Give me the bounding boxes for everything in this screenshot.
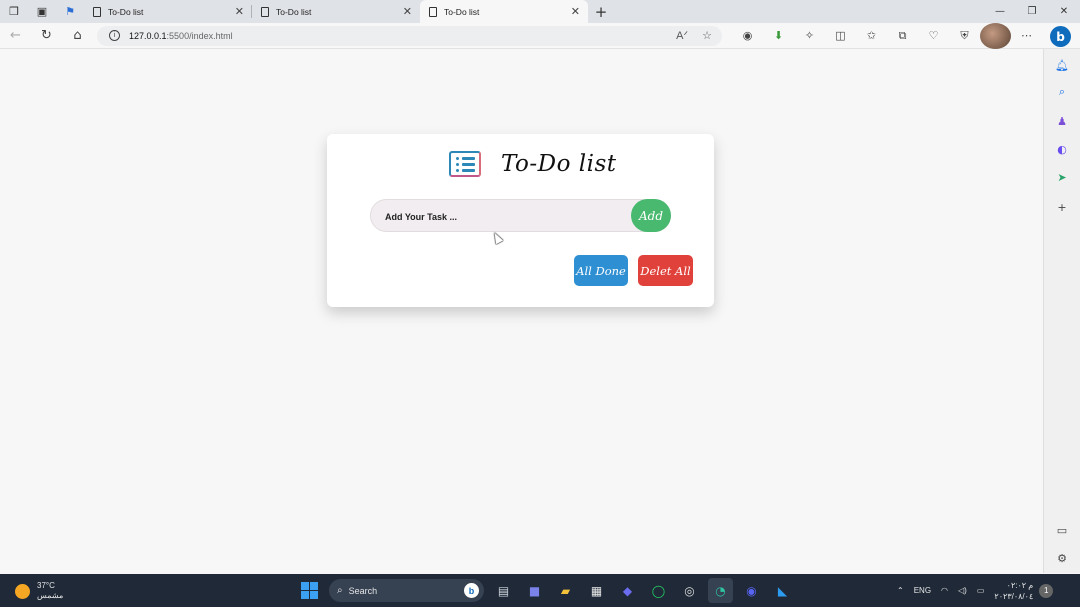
discord-icon[interactable]: ◉ (739, 578, 764, 603)
close-tab-icon[interactable]: ✕ (235, 5, 244, 18)
back-icon[interactable]: ← (0, 23, 31, 49)
sun-icon (15, 583, 30, 599)
clock-time: م ٠٢:٠٢ (1006, 580, 1034, 590)
chrome-icon[interactable]: ◎ (677, 578, 702, 603)
wifi-icon[interactable]: ◠ (941, 586, 948, 595)
screenshot-icon[interactable]: ◉ (732, 23, 763, 49)
tab-2[interactable]: To-Do list ✕ (252, 0, 420, 23)
url-host: 127.0.0.1 (129, 30, 167, 41)
microsoft-store-icon[interactable]: ▦ (584, 578, 609, 603)
toolbar-extensions: ◉ ⬇ ✧ ◫ ✩ ⧉ ♡ ⛨ ⋯ (732, 22, 1042, 49)
download-extension-icon[interactable]: ⬇ (763, 23, 794, 49)
search-icon[interactable]: ⌕ (1055, 85, 1069, 99)
collections-icon[interactable]: ⧉ (887, 23, 918, 49)
refresh-icon[interactable]: ↻ (31, 23, 62, 49)
page-icon (260, 6, 269, 17)
search-label: Search (348, 585, 378, 596)
chevron-up-icon[interactable]: ⌃ (897, 586, 904, 595)
notification-badge[interactable]: 1 (1039, 583, 1054, 598)
home-icon[interactable]: ⌂ (62, 23, 93, 49)
volume-icon[interactable]: ◁) (958, 586, 967, 595)
task-input[interactable] (385, 209, 615, 225)
tab-title: To-Do list (108, 6, 144, 17)
restore-icon[interactable]: ❐ (1016, 0, 1048, 23)
new-tab-button[interactable]: + (588, 0, 614, 23)
power-automate-icon[interactable]: ◆ (615, 578, 640, 603)
language-indicator[interactable]: ENG (914, 586, 931, 595)
performance-icon[interactable]: ♡ (918, 23, 949, 49)
close-icon[interactable]: ✕ (1048, 0, 1080, 23)
navigation-bar: ← ↻ ⌂ i 127.0.0.1:5500/index.html Aᐟ ☆ ◉… (0, 22, 1080, 49)
windows-taskbar: 37°C مشمس ⌕ Search b ▤ ■ ▰ ▦ ◆ ◯ ◎ ◔ ◉ ◣… (0, 574, 1080, 607)
copilot-icon[interactable]: b (1050, 26, 1071, 47)
more-options-icon[interactable]: ⋯ (1011, 23, 1042, 49)
task-view-icon[interactable]: ▤ (491, 578, 516, 603)
split-screen-icon[interactable]: ◫ (825, 23, 856, 49)
page-icon (428, 6, 437, 17)
system-tray: ⌃ ENG ◠ ◁) ▭ م ٠٢:٠٢ ٢٠٢٣/٠٨/٠٤ 1 (897, 574, 1054, 607)
workspaces-icon[interactable]: ❒ (0, 0, 28, 23)
todo-card: To-Do list Add All Done Delet All (327, 134, 714, 307)
tab-title: To-Do list (276, 6, 312, 17)
edge-sidebar: 🔔︎ ⌕ ♟ ◐ ➤ + ▭ ⚙ (1043, 49, 1080, 573)
weather-temperature: 37°C (37, 581, 55, 590)
taskbar-apps: ⌕ Search b ▤ ■ ▰ ▦ ◆ ◯ ◎ ◔ ◉ ◣ (294, 578, 798, 603)
profile-avatar[interactable] (980, 22, 1011, 49)
clock[interactable]: م ٠٢:٠٢ ٢٠٢٣/٠٨/٠٤ (994, 580, 1033, 602)
page-title: To-Do list (501, 151, 617, 177)
clock-date: ٢٠٢٣/٠٨/٠٤ (994, 591, 1034, 601)
tab-actions-icon[interactable]: ▣ (28, 0, 56, 23)
all-done-button[interactable]: All Done (574, 255, 628, 286)
send-icon[interactable]: ➤ (1055, 170, 1069, 184)
tools-icon[interactable]: ♟ (1055, 114, 1069, 128)
address-bar[interactable]: i 127.0.0.1:5500/index.html Aᐟ ☆ (97, 25, 722, 46)
taskbar-search[interactable]: ⌕ Search b (329, 579, 484, 602)
list-icon (449, 151, 481, 177)
teams-chat-icon[interactable]: ■ (522, 578, 547, 603)
weather-widget[interactable]: 37°C مشمس (15, 581, 63, 601)
minimize-icon[interactable]: — (984, 0, 1016, 23)
tab-1[interactable]: To-Do list ✕ (84, 0, 252, 23)
favorites-icon[interactable]: ✩ (856, 23, 887, 49)
extensions-icon[interactable]: ✧ (794, 23, 825, 49)
vscode-icon[interactable]: ◣ (770, 578, 795, 603)
whatsapp-icon[interactable]: ◯ (646, 578, 671, 603)
task-input-row: Add (370, 199, 671, 232)
edge-icon[interactable]: ◔ (708, 578, 733, 603)
add-button[interactable]: Add (631, 199, 671, 232)
card-header: To-Do list (449, 151, 617, 177)
search-icon: ⌕ (337, 585, 343, 596)
close-tab-icon[interactable]: ✕ (571, 5, 580, 18)
window-controls: — ❐ ✕ (984, 0, 1080, 23)
plus-icon: + (594, 2, 608, 21)
games-icon[interactable]: ◐ (1055, 142, 1069, 156)
file-explorer-icon[interactable]: ▰ (553, 578, 578, 603)
delete-all-button[interactable]: Delet All (638, 255, 693, 286)
bing-icon: b (464, 583, 479, 598)
close-tab-icon[interactable]: ✕ (403, 5, 412, 18)
browser-essentials-icon[interactable]: ⛨ (949, 23, 980, 49)
site-info-icon[interactable]: i (109, 30, 120, 41)
add-app-icon[interactable]: + (1055, 200, 1069, 214)
page-content: To-Do list Add All Done Delet All (0, 50, 1043, 573)
windows-logo-icon (301, 582, 318, 599)
sidebar-layout-icon[interactable]: ▭ (1055, 523, 1069, 537)
tab-strip: ❒ ▣ ⚑ To-Do list ✕ To-Do list ✕ To-Do li… (0, 0, 1080, 23)
battery-icon[interactable]: ▭ (977, 586, 985, 595)
start-button[interactable] (297, 578, 322, 603)
notification-bell-icon[interactable]: 🔔︎ (1055, 58, 1069, 72)
settings-gear-icon[interactable]: ⚙ (1055, 551, 1069, 565)
url-path: :5500/index.html (166, 30, 233, 41)
tab-3-active[interactable]: To-Do list ✕ (420, 0, 588, 23)
tab-title: To-Do list (444, 6, 480, 17)
weather-description: مشمس (37, 591, 64, 600)
read-aloud-icon[interactable]: Aᐟ (676, 29, 688, 42)
favorite-star-icon[interactable]: ☆ (702, 29, 712, 42)
vertical-tabs-icon[interactable]: ⚑ (56, 0, 84, 23)
page-icon (92, 6, 101, 17)
